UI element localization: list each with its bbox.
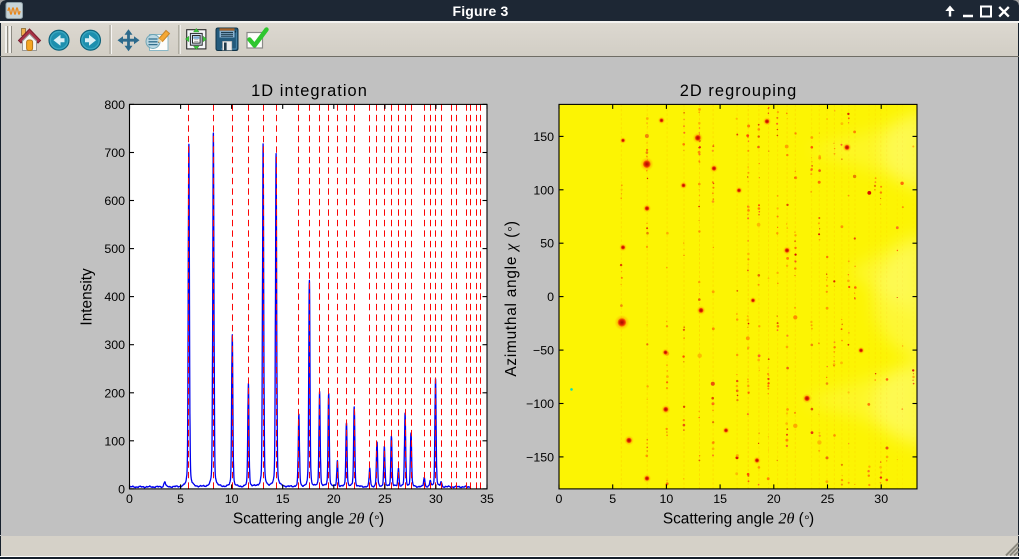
svg-text:−50: −50 [533,343,554,357]
svg-text:300: 300 [104,338,125,352]
svg-text:Scattering angle 2θ (°): Scattering angle 2θ (°) [233,509,384,527]
svg-text:5: 5 [609,492,616,506]
svg-text:400: 400 [104,290,125,304]
svg-text:2D regrouping: 2D regrouping [680,82,798,100]
svg-text:20: 20 [327,492,341,506]
svg-text:20: 20 [767,492,781,506]
svg-text:30: 30 [874,492,888,506]
svg-text:600: 600 [104,194,125,208]
svg-text:150: 150 [533,130,554,144]
svg-text:Scattering angle 2θ (°): Scattering angle 2θ (°) [663,509,814,527]
svg-text:50: 50 [540,236,554,250]
svg-text:35: 35 [480,492,494,506]
svg-text:10: 10 [660,492,674,506]
svg-text:1D integration: 1D integration [251,82,368,100]
svg-text:Azimuthal angle χ (°): Azimuthal angle χ (°) [502,220,520,376]
svg-text:25: 25 [821,492,835,506]
svg-text:15: 15 [713,492,727,506]
svg-text:−100: −100 [526,397,554,411]
svg-text:10: 10 [225,492,239,506]
svg-text:500: 500 [104,242,125,256]
svg-text:700: 700 [104,146,125,160]
svg-text:200: 200 [104,386,125,400]
svg-text:0: 0 [118,482,125,496]
svg-text:30: 30 [429,492,443,506]
svg-text:Intensity: Intensity [79,268,96,326]
svg-text:5: 5 [177,492,184,506]
svg-text:100: 100 [533,183,554,197]
svg-text:0: 0 [556,492,563,506]
svg-text:25: 25 [378,492,392,506]
svg-text:0: 0 [547,290,554,304]
svg-text:15: 15 [276,492,290,506]
svg-text:800: 800 [104,98,125,112]
svg-text:0: 0 [126,492,133,506]
svg-text:100: 100 [104,434,125,448]
svg-text:−150: −150 [526,450,554,464]
